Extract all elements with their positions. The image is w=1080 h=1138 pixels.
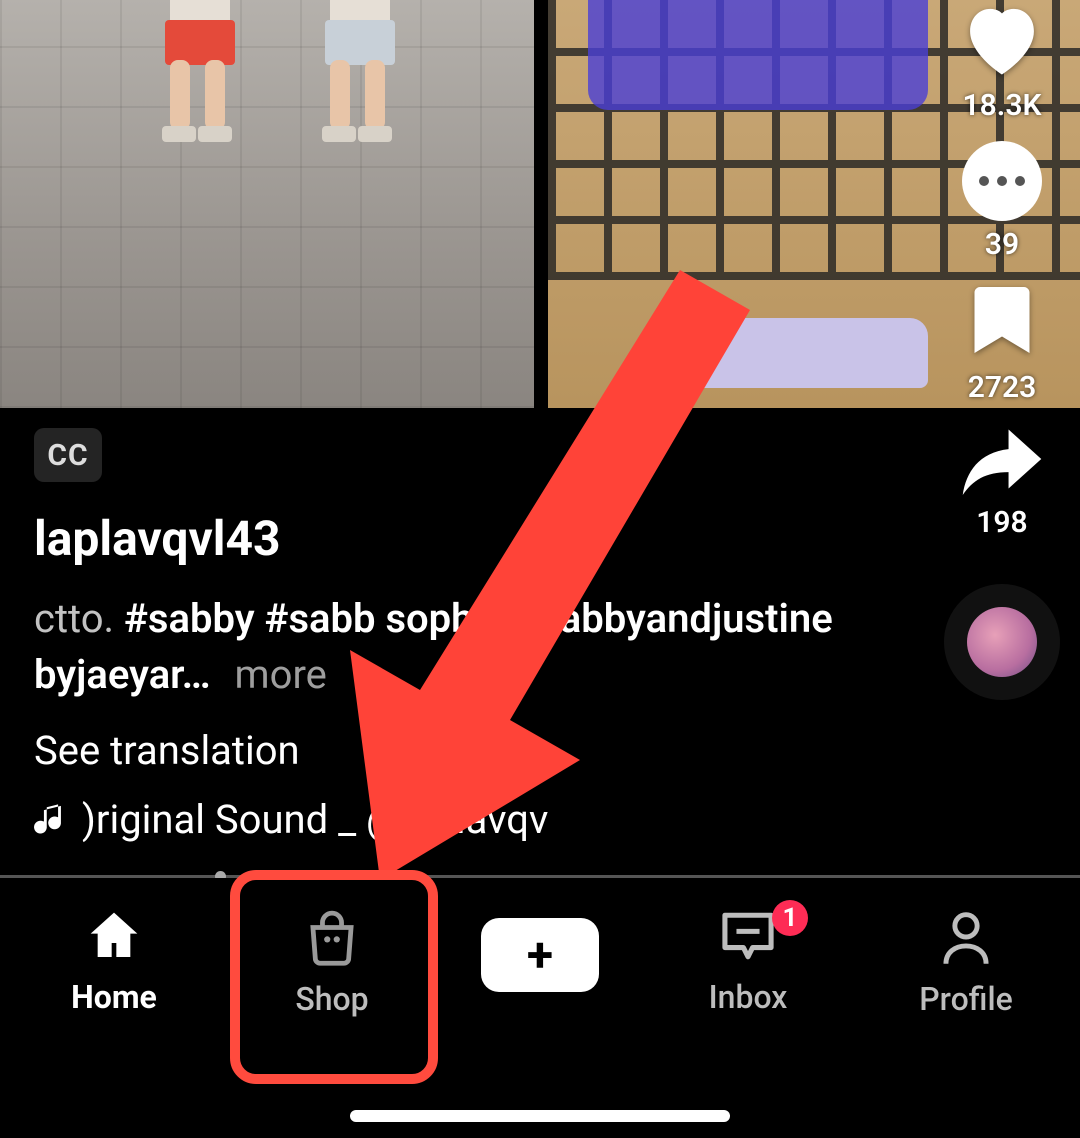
share-icon [959,423,1045,499]
bookmark-button[interactable]: 2723 [968,280,1037,405]
nav-create[interactable]: + [470,908,610,992]
nav-home-label: Home [71,978,157,1016]
sound-row[interactable]: )riginal Sound _ @laplavqv [34,796,900,843]
comment-button[interactable]: 39 [962,141,1042,262]
cc-badge[interactable]: CC [34,428,102,482]
create-button[interactable]: + [481,918,599,992]
nav-inbox[interactable]: 1 Inbox [668,908,828,1016]
caption-area: laplavqvl43 ctto. #sabby #sabb sophia #s… [34,510,900,843]
nav-shop-label: Shop [295,980,368,1018]
share-button[interactable]: 198 [959,423,1045,540]
comment-icon [962,141,1042,221]
shop-bag-icon [301,908,363,970]
bookmark-count: 2723 [968,370,1037,405]
action-rail: 18.3K 39 2723 198 [942,0,1062,700]
nav-profile[interactable]: Profile [886,908,1046,1018]
caption-more[interactable]: more [235,651,327,698]
person-figure [300,0,420,170]
plus-icon: + [527,931,553,979]
bookmark-icon [969,280,1035,364]
nav-inbox-label: Inbox [709,978,788,1016]
like-button[interactable]: 18.3K [959,0,1045,123]
comment-count: 39 [985,227,1019,262]
nav-profile-label: Profile [919,980,1013,1018]
nav-shop[interactable]: Shop [252,908,412,1018]
inbox-icon [718,908,778,968]
username[interactable]: laplavqvl43 [34,510,900,567]
caption-text[interactable]: ctto. #sabby #sabb sophia #sabbyandjusti… [34,591,900,703]
home-indicator [350,1110,730,1122]
like-count: 18.3K [963,88,1042,123]
music-icon [34,801,68,839]
video-area[interactable] [0,0,1080,408]
sound-title: )riginal Sound _ @laplavqv [82,796,548,843]
video-left-pane [0,0,534,408]
profile-icon [938,908,994,970]
home-icon [85,908,143,968]
see-translation[interactable]: See translation [34,727,900,774]
caption-ctto: ctto. [34,595,114,642]
nav-home[interactable]: Home [34,908,194,1016]
bottom-nav: Home Shop + 1 Inbox [0,878,1080,1138]
caption-hashtags: #sabby #sabb sophia #sabbyandjustine byj… [34,595,833,698]
inbox-badge: 1 [772,900,808,936]
person-figure [140,0,260,170]
sound-disc[interactable] [944,584,1060,700]
heart-icon [959,0,1045,82]
share-count: 198 [976,505,1027,540]
